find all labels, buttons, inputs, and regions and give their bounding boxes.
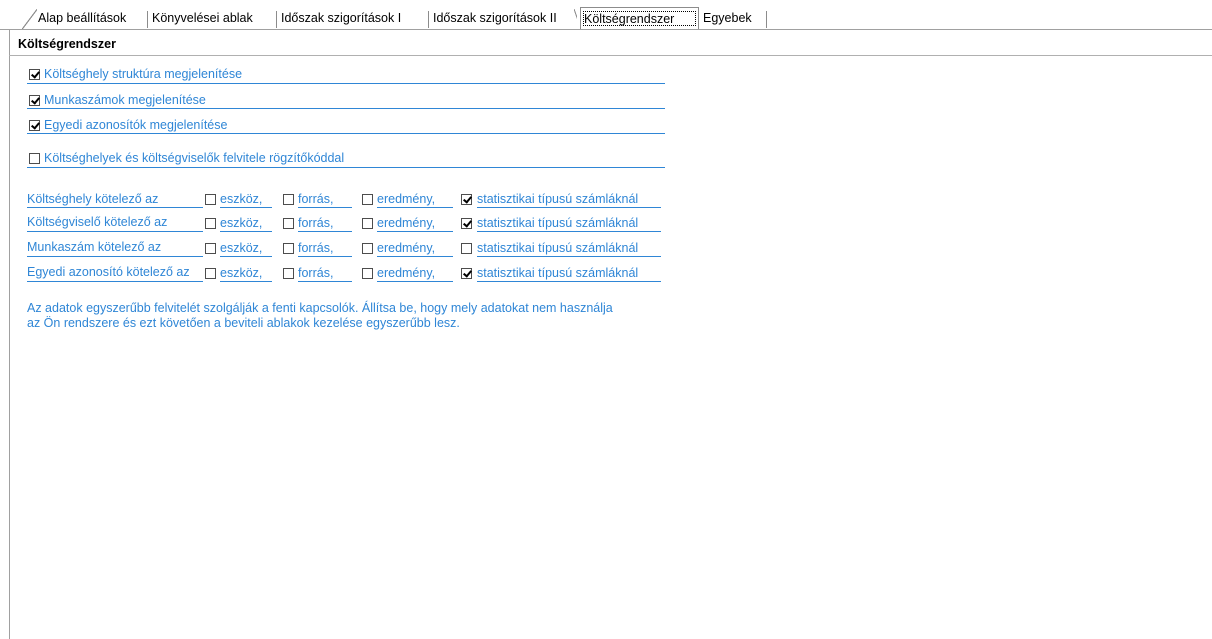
row-label-underline — [27, 231, 203, 232]
help-note-line-1: Az adatok egyszerűbb felvitelét szolgálj… — [27, 301, 613, 315]
asset-label[interactable]: eszköz, — [220, 216, 262, 230]
show-cost-center-structure-label[interactable]: Költséghely struktúra megjelenítése — [44, 67, 242, 81]
tab-label: Egyebek — [703, 11, 752, 25]
source-label[interactable]: forrás, — [298, 192, 333, 206]
statistical-label[interactable]: statisztikai típusú számláknál — [477, 241, 638, 255]
unique-id-source-checkbox[interactable] — [283, 268, 294, 279]
help-note-line-2: az Ön rendszere és ezt követően a bevite… — [27, 316, 460, 330]
required-row-label: Költséghely kötelező az — [27, 192, 159, 206]
cost-bearer-result-checkbox[interactable] — [362, 218, 373, 229]
tab-idoszak-szigoritasok-2[interactable]: Időszak szigorítások II — [429, 9, 577, 29]
job-number-asset-checkbox[interactable] — [205, 243, 216, 254]
result-label[interactable]: eredmény, — [377, 266, 435, 280]
source-label[interactable]: forrás, — [298, 216, 333, 230]
job-number-result-checkbox[interactable] — [362, 243, 373, 254]
job-number-statistical-checkbox[interactable] — [461, 243, 472, 254]
option-underline — [477, 281, 661, 282]
tab-strip: Alap beállítások Könyvelései ablak Idősz… — [0, 0, 1212, 30]
option-underline — [377, 281, 453, 282]
asset-label[interactable]: eszköz, — [220, 241, 262, 255]
tab-label: Költségrendszer — [584, 12, 675, 26]
job-number-source-checkbox[interactable] — [283, 243, 294, 254]
option-underline — [220, 256, 272, 257]
option-underline — [220, 281, 272, 282]
option-underline — [27, 133, 665, 134]
title-divider — [9, 55, 1212, 56]
source-label[interactable]: forrás, — [298, 266, 333, 280]
unique-id-result-checkbox[interactable] — [362, 268, 373, 279]
statistical-label[interactable]: statisztikai típusú számláknál — [477, 216, 638, 230]
cost-center-statistical-checkbox[interactable] — [461, 194, 472, 205]
option-underline — [27, 83, 665, 84]
cost-bearer-asset-checkbox[interactable] — [205, 218, 216, 229]
cost-center-asset-checkbox[interactable] — [205, 194, 216, 205]
unique-id-asset-checkbox[interactable] — [205, 268, 216, 279]
show-job-numbers-checkbox[interactable] — [29, 95, 40, 106]
option-underline — [298, 207, 352, 208]
tab-alap-beallitasok[interactable]: Alap beállítások — [22, 9, 148, 29]
tab-baseline — [0, 29, 1212, 30]
tab-koltsegrendszer[interactable]: Költségrendszer — [580, 7, 699, 30]
tab-konyvelesi-ablak[interactable]: Könyvelései ablak — [148, 9, 277, 29]
option-underline — [27, 108, 665, 109]
cost-bearer-source-checkbox[interactable] — [283, 218, 294, 229]
statistical-label[interactable]: statisztikai típusú számláknál — [477, 192, 638, 206]
result-label[interactable]: eredmény, — [377, 192, 435, 206]
tab-label: Alap beállítások — [38, 11, 127, 25]
row-label-underline — [27, 281, 203, 282]
show-job-numbers-label[interactable]: Munkaszámok megjelenítése — [44, 93, 206, 107]
statistical-label[interactable]: statisztikai típusú számláknál — [477, 266, 638, 280]
help-note: Az adatok egyszerűbb felvitelét szolgálj… — [27, 301, 707, 331]
row-label-underline — [27, 207, 203, 208]
show-unique-ids-checkbox[interactable] — [29, 120, 40, 131]
show-unique-ids-label[interactable]: Egyedi azonosítók megjelenítése — [44, 118, 227, 132]
option-underline — [477, 256, 661, 257]
required-row-label: Egyedi azonosító kötelező az — [27, 265, 190, 279]
cost-center-source-checkbox[interactable] — [283, 194, 294, 205]
cost-center-result-checkbox[interactable] — [362, 194, 373, 205]
option-underline — [477, 207, 661, 208]
option-underline — [220, 207, 272, 208]
tab-egyebek[interactable]: Egyebek — [699, 9, 767, 29]
tab-label: Időszak szigorítások I — [281, 11, 402, 25]
asset-label[interactable]: eszköz, — [220, 192, 262, 206]
option-underline — [477, 231, 661, 232]
required-row-label: Költségviselő kötelező az — [27, 215, 168, 229]
option-underline — [298, 256, 352, 257]
option-underline — [298, 281, 352, 282]
show-cost-center-structure-checkbox[interactable] — [29, 69, 40, 80]
tab-label: Időszak szigorítások II — [433, 11, 557, 25]
option-underline — [27, 167, 665, 168]
row-label-underline — [27, 256, 203, 257]
asset-label[interactable]: eszköz, — [220, 266, 262, 280]
option-underline — [377, 256, 453, 257]
tab-label: Könyvelései ablak — [152, 11, 253, 25]
option-underline — [377, 207, 453, 208]
tab-idoszak-szigoritasok-1[interactable]: Időszak szigorítások I — [277, 9, 429, 29]
result-label[interactable]: eredmény, — [377, 241, 435, 255]
option-underline — [377, 231, 453, 232]
required-row-label: Munkaszám kötelező az — [27, 240, 162, 254]
entry-with-record-code-label[interactable]: Költséghelyek és költségviselők felvitel… — [44, 151, 344, 165]
entry-with-record-code-checkbox[interactable] — [29, 153, 40, 164]
section-title: Költségrendszer — [18, 37, 116, 51]
source-label[interactable]: forrás, — [298, 241, 333, 255]
cost-bearer-statistical-checkbox[interactable] — [461, 218, 472, 229]
option-underline — [220, 231, 272, 232]
panel-left-border — [9, 30, 10, 639]
result-label[interactable]: eredmény, — [377, 216, 435, 230]
option-underline — [298, 231, 352, 232]
unique-id-statistical-checkbox[interactable] — [461, 268, 472, 279]
